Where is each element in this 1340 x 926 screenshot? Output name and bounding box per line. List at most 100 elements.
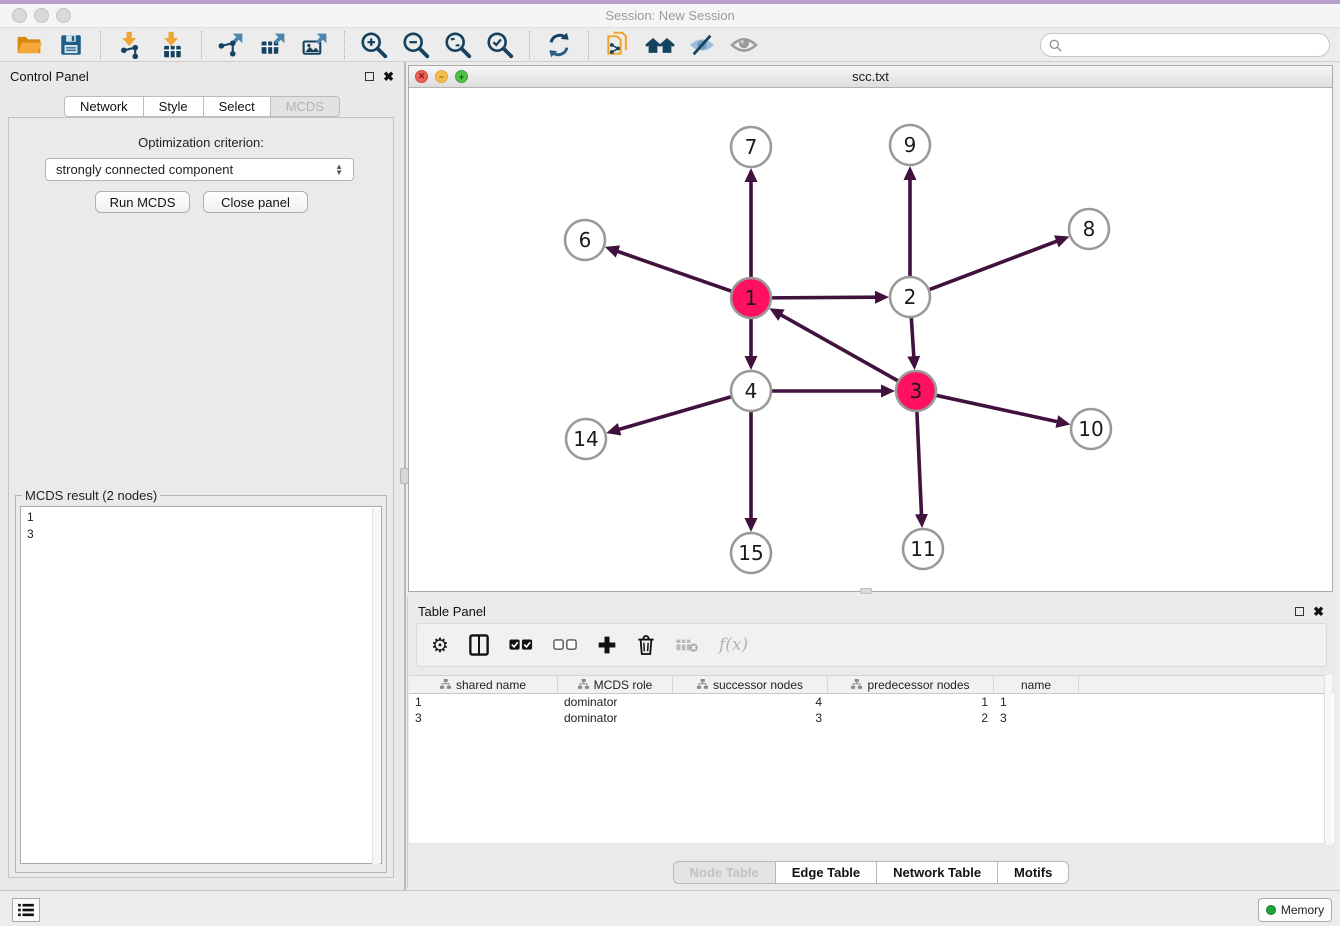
graph-node-label-6: 6 (579, 228, 592, 252)
trash-icon (637, 634, 655, 656)
save-session-button[interactable] (54, 30, 88, 60)
table-row[interactable]: 1 dominator 4 1 1 (409, 694, 1334, 710)
new-network-from-selection-button[interactable] (601, 30, 635, 60)
hide-selected-button[interactable] (685, 30, 719, 60)
tab-network-table[interactable]: Network Table (877, 861, 998, 884)
unselect-all-columns-button[interactable] (553, 630, 577, 660)
edge-1-to-6[interactable] (616, 251, 734, 292)
mcds-result-group: MCDS result (2 nodes) 1 3 (15, 495, 387, 873)
cell-predecessor-nodes[interactable]: 1 (828, 695, 994, 709)
tab-motifs[interactable]: Motifs (998, 861, 1069, 884)
result-scrollbar[interactable] (372, 508, 380, 864)
float-table-panel-icon[interactable] (1295, 607, 1304, 616)
close-table-panel-icon[interactable]: ✖ (1313, 607, 1324, 616)
mcds-result-text[interactable]: 1 3 (20, 506, 382, 864)
close-window-button[interactable] (12, 8, 27, 23)
export-network-icon (217, 31, 245, 59)
maximize-network-button[interactable]: + (455, 70, 468, 83)
cell-mcds-role[interactable]: dominator (558, 695, 673, 709)
search-field[interactable] (1040, 33, 1330, 57)
columns-icon (469, 634, 489, 656)
zoom-window-button[interactable] (56, 8, 71, 23)
tab-select[interactable]: Select (204, 96, 271, 117)
edge-3-to-11[interactable] (917, 409, 922, 516)
tab-network[interactable]: Network (64, 96, 144, 117)
minimize-network-button[interactable]: − (435, 70, 448, 83)
search-input[interactable] (1067, 38, 1321, 52)
table-panel: Table Panel ✖ ⚙ (407, 597, 1334, 888)
table-panel-tabs: Node Table Edge Table Network Table Moti… (408, 861, 1334, 884)
column-header-predecessor-nodes[interactable]: predecessor nodes (828, 676, 994, 693)
import-network-button[interactable] (113, 30, 147, 60)
delete-table-button[interactable] (675, 630, 699, 660)
close-network-button[interactable]: ✕ (415, 70, 428, 83)
export-image-button[interactable] (298, 30, 332, 60)
checked-boxes-icon (509, 639, 533, 651)
show-columns-button[interactable] (469, 630, 489, 660)
criterion-value: strongly connected component (56, 162, 233, 177)
apply-function-button[interactable]: f(x) (719, 630, 748, 660)
network-table-splitter-grip[interactable] (860, 588, 872, 594)
edge-3-to-10[interactable] (934, 395, 1059, 422)
tab-node-table[interactable]: Node Table (673, 861, 776, 884)
zoom-in-button[interactable] (357, 30, 391, 60)
result-line: 3 (27, 526, 375, 543)
graph-node-label-3: 3 (910, 379, 923, 403)
hierarchy-icon (578, 679, 589, 690)
table-row[interactable]: 3 dominator 3 2 3 (409, 710, 1334, 726)
float-panel-icon[interactable] (365, 72, 374, 81)
network-window-titlebar[interactable]: ✕ − + scc.txt (409, 66, 1332, 88)
cell-name[interactable]: 1 (994, 695, 1079, 709)
tab-edge-table[interactable]: Edge Table (776, 861, 877, 884)
network-graph-canvas[interactable]: 7968124314101511 (409, 88, 1332, 591)
table-options-gear-icon[interactable]: ⚙ (431, 630, 449, 660)
add-column-button[interactable] (597, 630, 617, 660)
first-neighbors-button[interactable] (643, 30, 677, 60)
criterion-select[interactable]: strongly connected component ▲▼ (45, 158, 354, 181)
cell-shared-name[interactable]: 3 (409, 711, 558, 725)
apply-layout-button[interactable] (542, 30, 576, 60)
task-history-button[interactable] (12, 898, 40, 922)
zoom-selected-button[interactable] (483, 30, 517, 60)
cell-name[interactable]: 3 (994, 711, 1079, 725)
network-window-controls[interactable]: ✕ − + (415, 70, 468, 83)
close-panel-icon[interactable]: ✖ (383, 72, 394, 81)
column-header-mcds-role[interactable]: MCDS role (558, 676, 673, 693)
tab-style[interactable]: Style (144, 96, 204, 117)
column-header-shared-name[interactable]: shared name (409, 676, 558, 693)
tab-mcds[interactable]: MCDS (271, 96, 340, 117)
select-all-columns-button[interactable] (509, 630, 533, 660)
edge-2-to-8[interactable] (927, 241, 1058, 291)
cell-mcds-role[interactable]: dominator (558, 711, 673, 725)
export-network-button[interactable] (214, 30, 248, 60)
edge-3-to-1[interactable] (780, 314, 901, 382)
cell-successor-nodes[interactable]: 4 (673, 695, 828, 709)
import-table-button[interactable] (155, 30, 189, 60)
close-panel-button[interactable]: Close panel (203, 191, 308, 213)
edge-4-to-14[interactable] (618, 396, 734, 430)
table-scrollbar[interactable] (1324, 675, 1332, 845)
cell-shared-name[interactable]: 1 (409, 695, 558, 709)
cell-predecessor-nodes[interactable]: 2 (828, 711, 994, 725)
show-all-button[interactable] (727, 30, 761, 60)
window-controls[interactable] (12, 8, 71, 23)
edge-2-to-3[interactable] (911, 315, 914, 358)
import-network-icon (116, 31, 144, 59)
edge-1-to-2[interactable] (769, 297, 877, 298)
node-table: shared name MCDS role successor nodes pr… (409, 675, 1327, 844)
cell-successor-nodes[interactable]: 3 (673, 711, 828, 725)
delete-columns-button[interactable] (637, 630, 655, 660)
zoom-in-icon (359, 30, 389, 60)
run-mcds-button[interactable]: Run MCDS (95, 191, 190, 213)
app-title: Session: New Session (605, 8, 734, 23)
zoom-out-button[interactable] (399, 30, 433, 60)
column-header-successor-nodes[interactable]: successor nodes (673, 676, 828, 693)
column-header-name[interactable]: name (994, 676, 1079, 693)
memory-button[interactable]: Memory (1258, 898, 1332, 922)
zoom-fit-icon (443, 30, 473, 60)
minimize-window-button[interactable] (34, 8, 49, 23)
zoom-fit-button[interactable] (441, 30, 475, 60)
list-icon (18, 903, 34, 917)
open-session-button[interactable] (12, 30, 46, 60)
export-table-button[interactable] (256, 30, 290, 60)
